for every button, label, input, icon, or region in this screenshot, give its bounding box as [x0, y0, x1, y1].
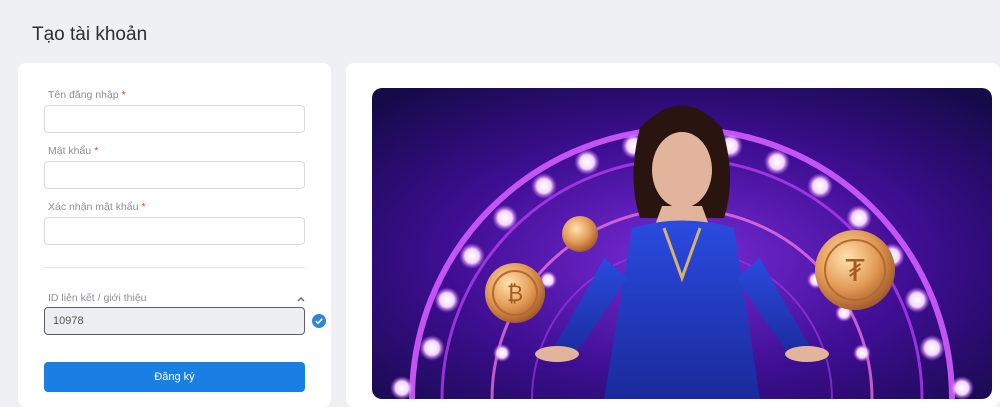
referral-input[interactable] [44, 307, 305, 335]
register-form-card: Tên đăng nhập * Mật khẩu * Xác nhận mật kh… [18, 63, 331, 407]
divider [44, 267, 305, 268]
required-mark: * [121, 89, 126, 101]
password-label: Mật khẩu * [48, 145, 98, 157]
confirm-password-label: Xác nhận mật khẩu * [48, 201, 146, 213]
svg-text:₮: ₮ [845, 254, 864, 289]
check-circle-icon [312, 314, 326, 328]
chevron-up-icon[interactable] [295, 293, 307, 305]
coin-small [562, 216, 598, 252]
svg-text:₿: ₿ [507, 282, 523, 307]
password-label-text: Mật khẩu [48, 145, 92, 157]
page-title: Tạo tài khoản [32, 24, 148, 45]
required-mark: * [94, 145, 99, 157]
promo-banner: ₿ ₮ [372, 88, 992, 399]
password-input[interactable] [44, 161, 305, 189]
referral-label: ID liên kết / giới thiệu [48, 292, 147, 304]
banner-card: ₿ ₮ [346, 63, 1000, 407]
confirm-password-input[interactable] [44, 217, 305, 245]
username-label-text: Tên đăng nhập [48, 89, 119, 101]
promo-banner-image: ₿ ₮ [372, 88, 992, 399]
username-label: Tên đăng nhập * [48, 89, 126, 101]
coin-right: ₮ [815, 230, 895, 310]
confirm-password-label-text: Xác nhận mật khẩu [48, 201, 139, 213]
required-mark: * [141, 201, 146, 213]
register-button[interactable]: Đăng ký [44, 362, 305, 392]
coin-left: ₿ [485, 263, 545, 323]
username-input[interactable] [44, 105, 305, 133]
